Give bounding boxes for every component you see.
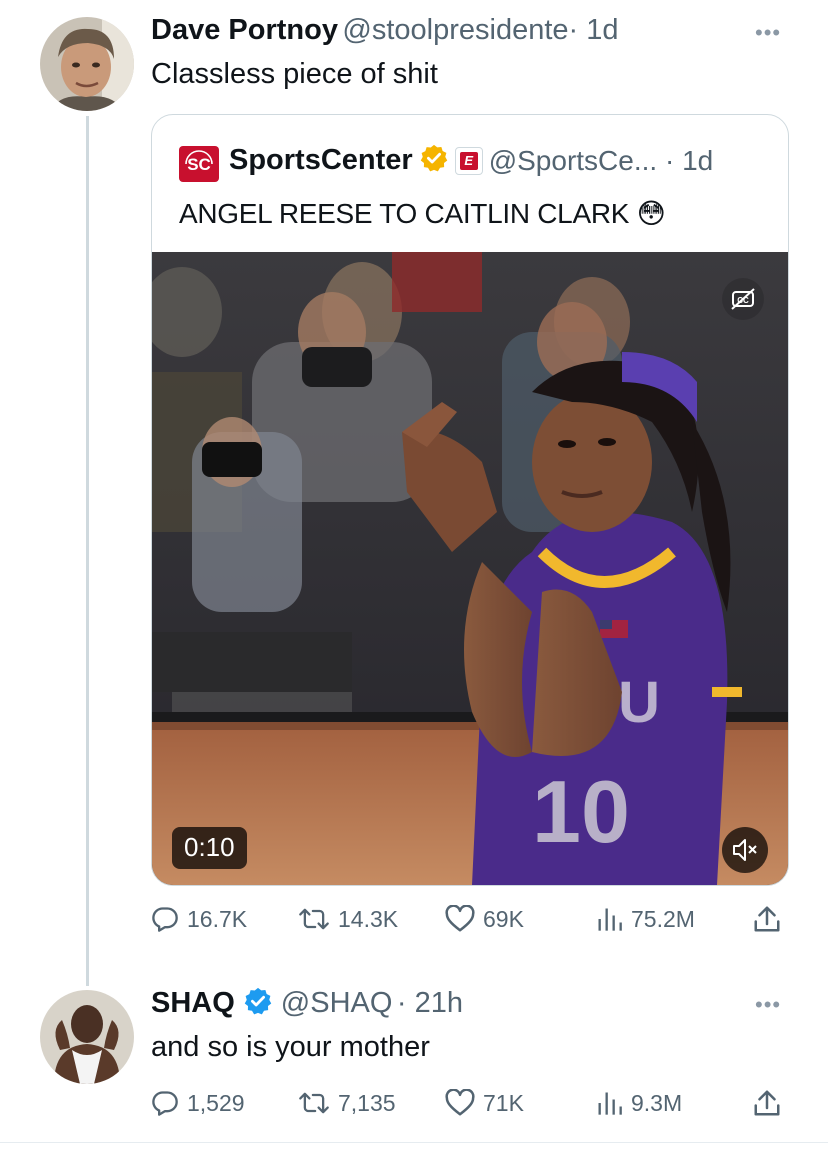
video-duration-badge: 0:10: [172, 827, 247, 869]
views-action[interactable]: 9.3M: [595, 1089, 682, 1117]
like-count: 69K: [483, 905, 524, 932]
quote-handle-and-time[interactable]: @SportsCe... · 1d: [489, 145, 714, 177]
repost-count: 14.3K: [338, 905, 399, 932]
jersey-number: 10: [532, 762, 630, 861]
repost-action[interactable]: 7,135: [298, 1089, 396, 1117]
tweet-divider: [0, 1142, 828, 1143]
views-chart-icon: [598, 908, 622, 931]
verified-gold-badge-icon: [419, 143, 449, 178]
dave-portnoy-avatar[interactable]: [40, 17, 134, 111]
captions-toggle-icon[interactable]: CC: [722, 278, 764, 320]
tweet-text: and so is your mother: [151, 1031, 430, 1063]
reply-count: 16.7K: [187, 905, 248, 932]
reply-icon: [152, 1091, 178, 1116]
tweet1-header: Dave Portnoy @stoolpresidente· 1d: [151, 14, 619, 47]
video-frame-image: 10 LSU: [152, 252, 788, 885]
espn-affiliate-badge-icon: E: [454, 146, 483, 175]
share-button[interactable]: [752, 904, 782, 934]
espn-badge-letter: E: [459, 151, 478, 170]
views-action[interactable]: 75.2M: [595, 905, 695, 933]
reply-action[interactable]: 1,529: [151, 1089, 245, 1117]
quote-author-name[interactable]: SportsCenter: [229, 144, 413, 177]
reply-count: 1,529: [187, 1089, 245, 1116]
verified-blue-badge-icon: [243, 986, 273, 1021]
heart-icon: [445, 1089, 475, 1116]
unmute-button[interactable]: [722, 827, 768, 873]
repost-count: 7,135: [338, 1089, 396, 1116]
quote-text: ANGEL REESE TO CAITLIN CLARK 😳: [179, 198, 666, 229]
svg-text:SC: SC: [187, 155, 211, 174]
like-count: 71K: [483, 1089, 524, 1116]
reply-icon: [152, 907, 178, 932]
reply-action[interactable]: 16.7K: [151, 905, 247, 933]
quoted-tweet-card[interactable]: SC SportsCenter E @SportsCe... · 1d ANGE…: [151, 114, 789, 886]
views-chart-icon: [598, 1092, 622, 1115]
quote-header: SportsCenter E @SportsCe... · 1d: [229, 143, 713, 178]
share-icon: [754, 906, 780, 932]
tweet-timestamp[interactable]: · 1d: [569, 14, 619, 46]
shaq-avatar[interactable]: [40, 990, 134, 1084]
video-player[interactable]: 10 LSU CC 0:10: [152, 252, 788, 885]
heart-icon: [445, 905, 475, 932]
like-action[interactable]: 71K: [445, 1089, 524, 1117]
author-handle[interactable]: @stoolpresidente: [342, 14, 568, 46]
muted-speaker-icon: [733, 839, 757, 861]
tweet2-header: SHAQ @SHAQ · 21h: [151, 986, 463, 1021]
thread-connector-line: [86, 116, 89, 986]
share-button[interactable]: [752, 1088, 782, 1118]
repost-action[interactable]: 14.3K: [298, 905, 398, 933]
tweet-timestamp[interactable]: · 21h: [397, 987, 463, 1019]
sportscenter-avatar[interactable]: SC: [179, 146, 219, 182]
repost-icon: [299, 908, 329, 930]
more-options-icon[interactable]: •••: [755, 22, 781, 44]
author-handle[interactable]: @SHAQ: [281, 987, 393, 1019]
share-icon: [754, 1090, 780, 1116]
more-options-icon[interactable]: •••: [755, 994, 781, 1016]
like-action[interactable]: 69K: [445, 905, 524, 933]
views-count: 9.3M: [631, 1089, 683, 1116]
author-name[interactable]: Dave Portnoy: [151, 14, 338, 46]
views-count: 75.2M: [631, 905, 695, 932]
author-name[interactable]: SHAQ: [151, 987, 235, 1020]
repost-icon: [299, 1092, 329, 1114]
tweet-text: Classless piece of shit: [151, 58, 438, 90]
